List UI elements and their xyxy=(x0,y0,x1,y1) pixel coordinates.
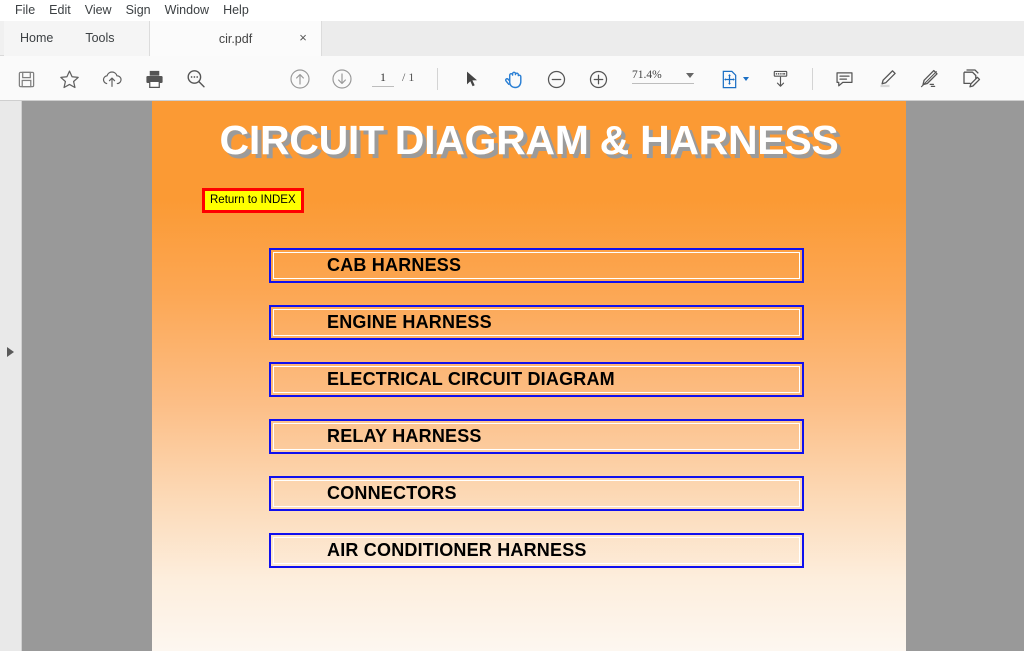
menu-file[interactable]: File xyxy=(8,0,42,21)
star-icon[interactable] xyxy=(55,65,83,93)
doc-link-air-conditioner-harness[interactable]: AIR CONDITIONER HARNESS xyxy=(269,533,804,568)
cloud-upload-icon[interactable] xyxy=(98,65,126,93)
page-navigator: / 1 xyxy=(372,70,414,87)
toolbar: / 1 xyxy=(0,56,1024,101)
cursor-arrow-icon[interactable] xyxy=(458,65,486,93)
page-number-input[interactable] xyxy=(372,70,394,87)
doc-link-label: CONNECTORS xyxy=(327,483,457,503)
print-icon[interactable] xyxy=(140,65,168,93)
tab-document[interactable]: cir.pdf × xyxy=(150,21,322,56)
hand-tool-icon[interactable] xyxy=(500,65,528,93)
pdf-reader-window: File Edit View Sign Window Help Home Too… xyxy=(0,0,1024,651)
find-icon[interactable] xyxy=(182,65,210,93)
fit-page-icon[interactable] xyxy=(716,65,752,93)
doc-link-label: RELAY HARNESS xyxy=(327,426,482,446)
tab-home[interactable]: Home xyxy=(4,21,69,56)
doc-link-connectors[interactable]: CONNECTORS xyxy=(269,476,804,511)
document-viewer: CIRCUIT DIAGRAM & HARNESS Return to INDE… xyxy=(0,101,1024,651)
chevron-down-icon xyxy=(686,72,694,78)
zoom-level-value: 71.4% xyxy=(632,69,662,81)
page-title: CIRCUIT DIAGRAM & HARNESS xyxy=(219,117,839,163)
tab-strip-filler xyxy=(322,21,1024,56)
zoom-out-icon[interactable] xyxy=(542,65,570,93)
menu-view[interactable]: View xyxy=(78,0,119,21)
arrow-up-circle-icon[interactable] xyxy=(286,65,314,93)
navigation-pane xyxy=(0,101,22,651)
doc-link-cab-harness[interactable]: CAB HARNESS xyxy=(269,248,804,283)
zoom-in-icon[interactable] xyxy=(584,65,612,93)
tab-home-tools-group: Home Tools xyxy=(4,21,150,56)
menu-sign[interactable]: Sign xyxy=(119,0,158,21)
tab-tools[interactable]: Tools xyxy=(69,21,130,56)
tab-strip: Home Tools cir.pdf × xyxy=(0,21,1024,56)
harness-link-list: CAB HARNESS ENGINE HARNESS ELECTRICAL CI… xyxy=(269,248,804,590)
menu-edit[interactable]: Edit xyxy=(42,0,78,21)
doc-link-relay-harness[interactable]: RELAY HARNESS xyxy=(269,419,804,454)
arrow-down-circle-icon[interactable] xyxy=(328,65,356,93)
page-total-label: / 1 xyxy=(402,70,415,84)
doc-link-label: AIR CONDITIONER HARNESS xyxy=(327,540,587,560)
toolbar-separator xyxy=(812,68,813,90)
doc-link-label: ENGINE HARNESS xyxy=(327,312,492,332)
zoom-level-selector[interactable]: 71.4% xyxy=(632,69,694,84)
sign-icon[interactable] xyxy=(957,65,985,93)
highlight-icon[interactable] xyxy=(873,65,901,93)
menu-window[interactable]: Window xyxy=(158,0,216,21)
toolbar-separator xyxy=(437,68,438,90)
doc-link-label: ELECTRICAL CIRCUIT DIAGRAM xyxy=(327,369,615,389)
comment-icon[interactable] xyxy=(830,65,858,93)
doc-link-label: CAB HARNESS xyxy=(327,255,462,275)
menu-help[interactable]: Help xyxy=(216,0,256,21)
chevron-down-icon xyxy=(742,77,749,81)
return-to-index-button[interactable]: Return to INDEX xyxy=(202,188,304,213)
pdf-page: CIRCUIT DIAGRAM & HARNESS Return to INDE… xyxy=(152,101,906,651)
close-icon[interactable]: × xyxy=(295,30,311,46)
save-icon[interactable] xyxy=(12,65,40,93)
doc-link-electrical-circuit-diagram[interactable]: ELECTRICAL CIRCUIT DIAGRAM xyxy=(269,362,804,397)
scroll-mode-icon[interactable] xyxy=(766,65,794,93)
expand-panel-icon[interactable] xyxy=(7,347,14,357)
menu-bar: File Edit View Sign Window Help xyxy=(0,0,1024,21)
doc-link-engine-harness[interactable]: ENGINE HARNESS xyxy=(269,305,804,340)
draw-icon[interactable] xyxy=(915,65,943,93)
